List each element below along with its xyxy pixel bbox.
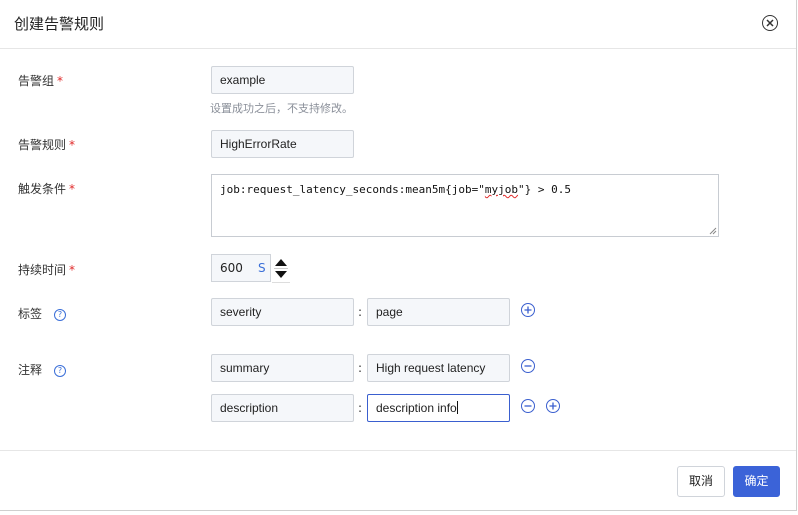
alert-group-hint: 设置成功之后，不支持修改。: [210, 102, 353, 115]
annotation-key-input[interactable]: description: [211, 394, 354, 422]
stepper-divider: [274, 268, 288, 269]
alert-group-input[interactable]: example: [211, 66, 354, 94]
minus-circle-icon[interactable]: [521, 399, 535, 413]
misspelled-word: myjob: [484, 183, 519, 196]
create-alert-rule-dialog: 创建告警规则 告警组 * example 设置成功之后，不支持修改。 告警规则 * …: [0, 0, 797, 511]
alert-rule-label: 告警规则 *: [18, 138, 76, 152]
caret-down-icon[interactable]: [274, 270, 288, 279]
alert-group-label: 告警组 *: [18, 74, 64, 88]
annotation-value-input[interactable]: High request latency: [367, 354, 510, 382]
required-mark: *: [69, 182, 76, 196]
key-value-separator: :: [358, 361, 363, 375]
trigger-condition-label: 触发条件 *: [18, 182, 76, 196]
confirm-button[interactable]: 确定: [733, 466, 780, 497]
help-icon[interactable]: ?: [54, 365, 67, 377]
caret-up-icon[interactable]: [274, 258, 288, 267]
duration-label: 持续时间 *: [18, 263, 76, 277]
close-icon[interactable]: [762, 15, 778, 31]
trigger-condition-textarea[interactable]: job:request_latency_seconds:mean5m{job="…: [211, 174, 719, 237]
label-key-input[interactable]: severity: [211, 298, 354, 326]
plus-circle-icon[interactable]: [546, 399, 560, 413]
annotation-value-input[interactable]: description info: [367, 394, 510, 422]
label-value-input[interactable]: page: [367, 298, 510, 326]
resize-grip-icon[interactable]: [709, 227, 717, 235]
help-icon[interactable]: ?: [54, 309, 67, 321]
duration-unit: S: [258, 261, 266, 275]
annotations-label: 注释?: [18, 361, 67, 378]
duration-value: 600: [220, 261, 243, 275]
footer-divider: [0, 450, 796, 451]
key-value-separator: :: [358, 305, 363, 319]
annotation-key-input[interactable]: summary: [211, 354, 354, 382]
text-cursor: [456, 401, 458, 414]
required-mark: *: [69, 263, 76, 277]
cancel-button[interactable]: 取消: [677, 466, 725, 497]
duration-input[interactable]: 600 S: [211, 254, 271, 282]
plus-circle-icon[interactable]: [521, 303, 535, 317]
stepper-underline: [272, 282, 290, 283]
labels-label: 标签?: [18, 305, 67, 322]
dialog-title: 创建告警规则: [14, 15, 105, 33]
required-mark: *: [57, 74, 64, 88]
dialog-header: 创建告警规则: [0, 0, 796, 49]
key-value-separator: :: [358, 401, 363, 415]
duration-stepper[interactable]: [272, 256, 290, 283]
required-mark: *: [69, 138, 76, 152]
alert-rule-input[interactable]: HighErrorRate: [211, 130, 354, 158]
minus-circle-icon[interactable]: [521, 359, 535, 373]
